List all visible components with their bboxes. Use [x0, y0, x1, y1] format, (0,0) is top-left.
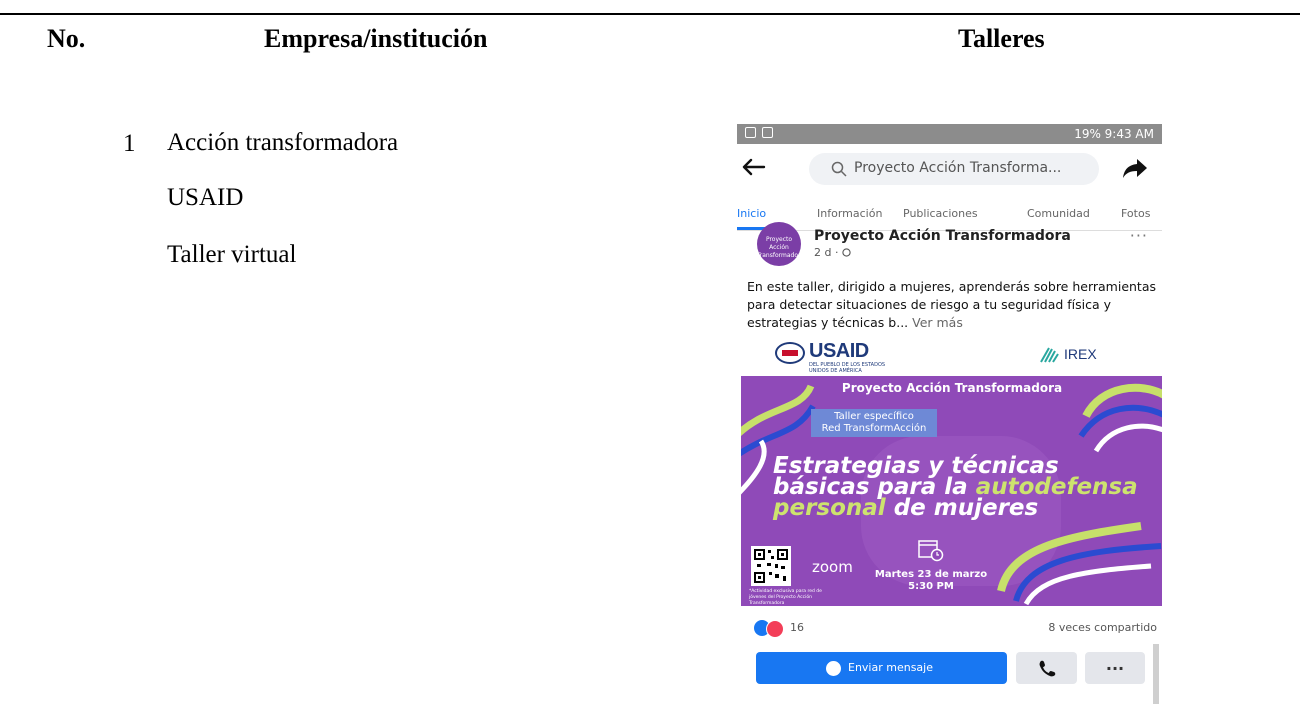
- usaid-logo: USAID: [809, 340, 869, 362]
- table-top-rule: [0, 13, 1300, 15]
- scrollbar[interactable]: [1153, 644, 1159, 704]
- tab-comunidad[interactable]: Comunidad: [1027, 207, 1090, 220]
- banner-footnote: *Actividad exclusiva para red de jóvenes…: [749, 589, 822, 606]
- call-button[interactable]: [1016, 652, 1077, 684]
- post-image[interactable]: Proyecto Acción Transformadora Taller es…: [741, 376, 1162, 606]
- phone-icon: [1039, 660, 1056, 677]
- banner-tag-line: Red TransformAcción: [821, 423, 927, 434]
- facebook-post-screenshot: 19% 9:43 AM Proyecto Acción Transforma..…: [737, 124, 1162, 704]
- banner-title-part: de mujeres: [885, 495, 1039, 521]
- calendar-icon: [918, 540, 944, 562]
- banner-tag-line: Taller específico: [834, 411, 914, 422]
- tab-fotos[interactable]: Fotos: [1121, 207, 1150, 220]
- banner-heading: Proyecto Acción Transformadora: [841, 381, 1063, 395]
- more-options-icon[interactable]: ···: [1130, 226, 1148, 245]
- love-icon: [766, 620, 784, 638]
- send-message-label: Enviar mensaje: [848, 661, 933, 674]
- qr-code-icon: [751, 546, 791, 586]
- status-left: [745, 127, 773, 138]
- event-time-line: 5:30 PM: [908, 581, 954, 592]
- notification-icon: [745, 127, 756, 138]
- usaid-seal-icon: [775, 342, 805, 364]
- status-right: 19% 9:43 AM: [1074, 127, 1154, 141]
- share-count[interactable]: 8 veces compartido: [1048, 621, 1157, 634]
- more-button[interactable]: ...: [1085, 652, 1145, 684]
- row-company-line: Taller virtual: [167, 241, 297, 268]
- avatar[interactable]: Proyecto Acción Transformadora: [757, 222, 804, 266]
- irex-logo-icon: [1040, 347, 1059, 363]
- status-bar: 19% 9:43 AM: [737, 124, 1162, 144]
- image-icon: [762, 127, 773, 138]
- reaction-count: 16: [790, 621, 804, 634]
- usaid-subtitle: DEL PUEBLO DE LOS ESTADOS UNIDOS DE AMÉR…: [809, 362, 886, 374]
- post-meta: 2 d ·: [814, 246, 851, 259]
- tab-publicaciones[interactable]: Publicaciones: [903, 207, 978, 220]
- see-more-link[interactable]: Ver más: [912, 315, 963, 330]
- search-icon: [831, 161, 847, 177]
- search-text: Proyecto Acción Transforma...: [854, 160, 1062, 176]
- tab-inicio[interactable]: Inicio: [737, 207, 766, 220]
- back-arrow-icon[interactable]: [740, 156, 766, 178]
- irex-logo: IREX: [1064, 346, 1097, 362]
- zoom-logo: zoom: [812, 558, 853, 576]
- send-message-button[interactable]: Enviar mensaje: [756, 652, 1007, 684]
- banner-tag: Taller específico Red TransformAcción: [811, 409, 937, 437]
- share-icon[interactable]: [1122, 157, 1148, 179]
- event-date: Martes 23 de marzo 5:30 PM: [861, 569, 1001, 593]
- post-time: 2 d ·: [814, 246, 839, 259]
- header-empresa: Empresa/institución: [264, 24, 488, 53]
- header-no: No.: [47, 24, 86, 53]
- logo-strip: USAID DEL PUEBLO DE LOS ESTADOS UNIDOS D…: [737, 336, 1162, 376]
- row-company-line: USAID: [167, 184, 244, 211]
- globe-icon: [842, 248, 851, 257]
- search-bar: Proyecto Acción Transforma...: [737, 146, 1162, 190]
- page-tabs: Inicio Información Publicaciones Comunid…: [737, 200, 1162, 231]
- header-talleres: Talleres: [958, 24, 1045, 53]
- post-text: En este taller, dirigido a mujeres, apre…: [747, 278, 1157, 332]
- tab-informacion[interactable]: Información: [817, 207, 882, 220]
- post-page-name[interactable]: Proyecto Acción Transformadora: [814, 228, 1071, 244]
- row-company-line: Acción transformadora: [167, 129, 399, 156]
- banner-title: Estrategias y técnicas básicas para la a…: [773, 455, 1153, 521]
- search-input[interactable]: Proyecto Acción Transforma...: [809, 153, 1099, 185]
- messenger-icon: [826, 661, 841, 676]
- event-date-line: Martes 23 de marzo: [874, 569, 988, 580]
- row-number: 1: [123, 130, 136, 157]
